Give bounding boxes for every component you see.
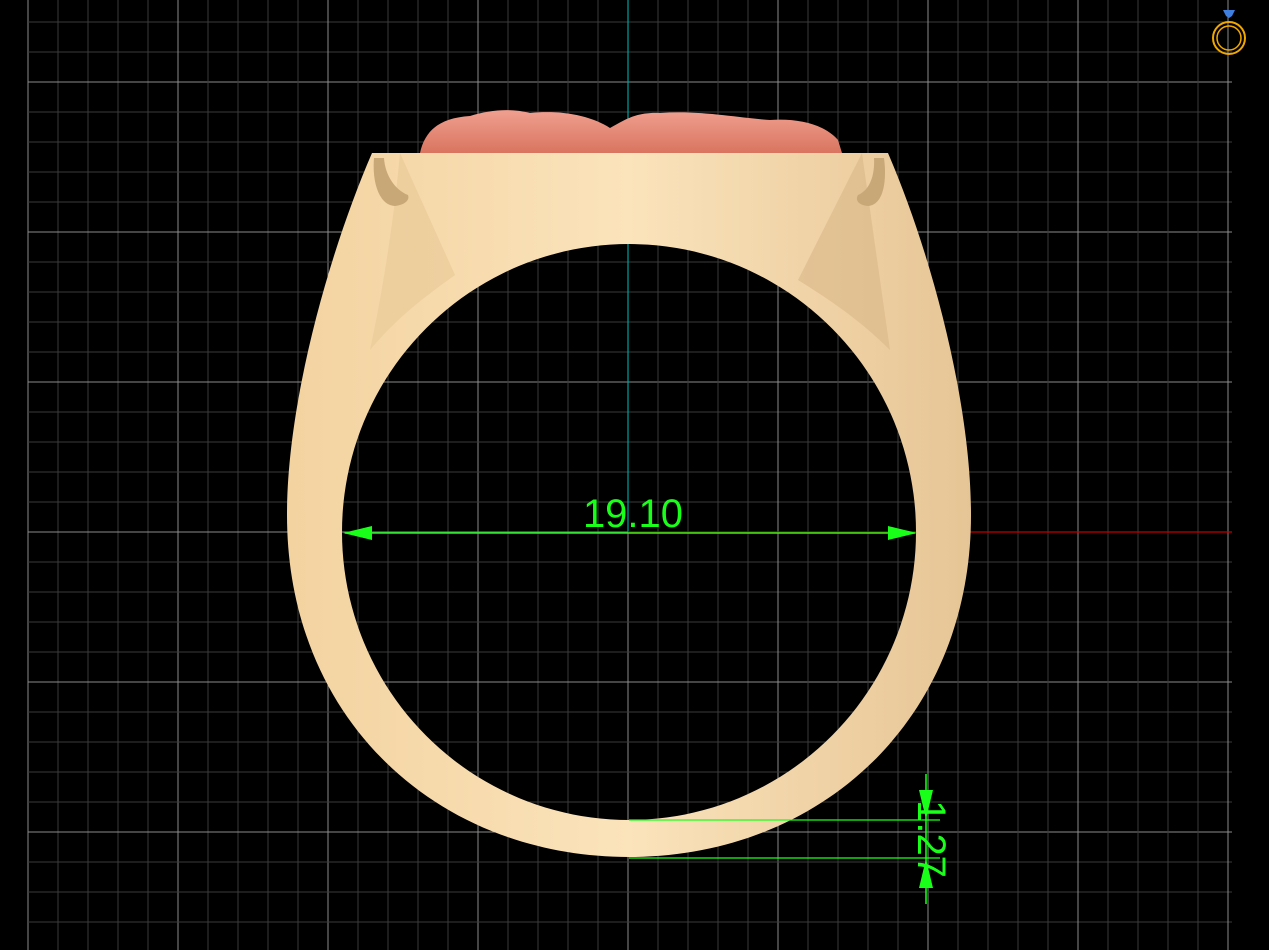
viewport-canvas[interactable]: 19.10 1.27 (0, 0, 1269, 950)
diameter-label: 19.10 (583, 492, 683, 536)
signet-head-relief (420, 110, 842, 153)
arrow-right-icon (888, 526, 917, 540)
ring-view-icon[interactable] (1212, 10, 1246, 55)
diameter-dimension[interactable]: 19.10 (343, 492, 917, 540)
cad-viewport[interactable]: 19.10 1.27 (0, 0, 1269, 950)
thickness-label: 1.27 (909, 800, 953, 878)
